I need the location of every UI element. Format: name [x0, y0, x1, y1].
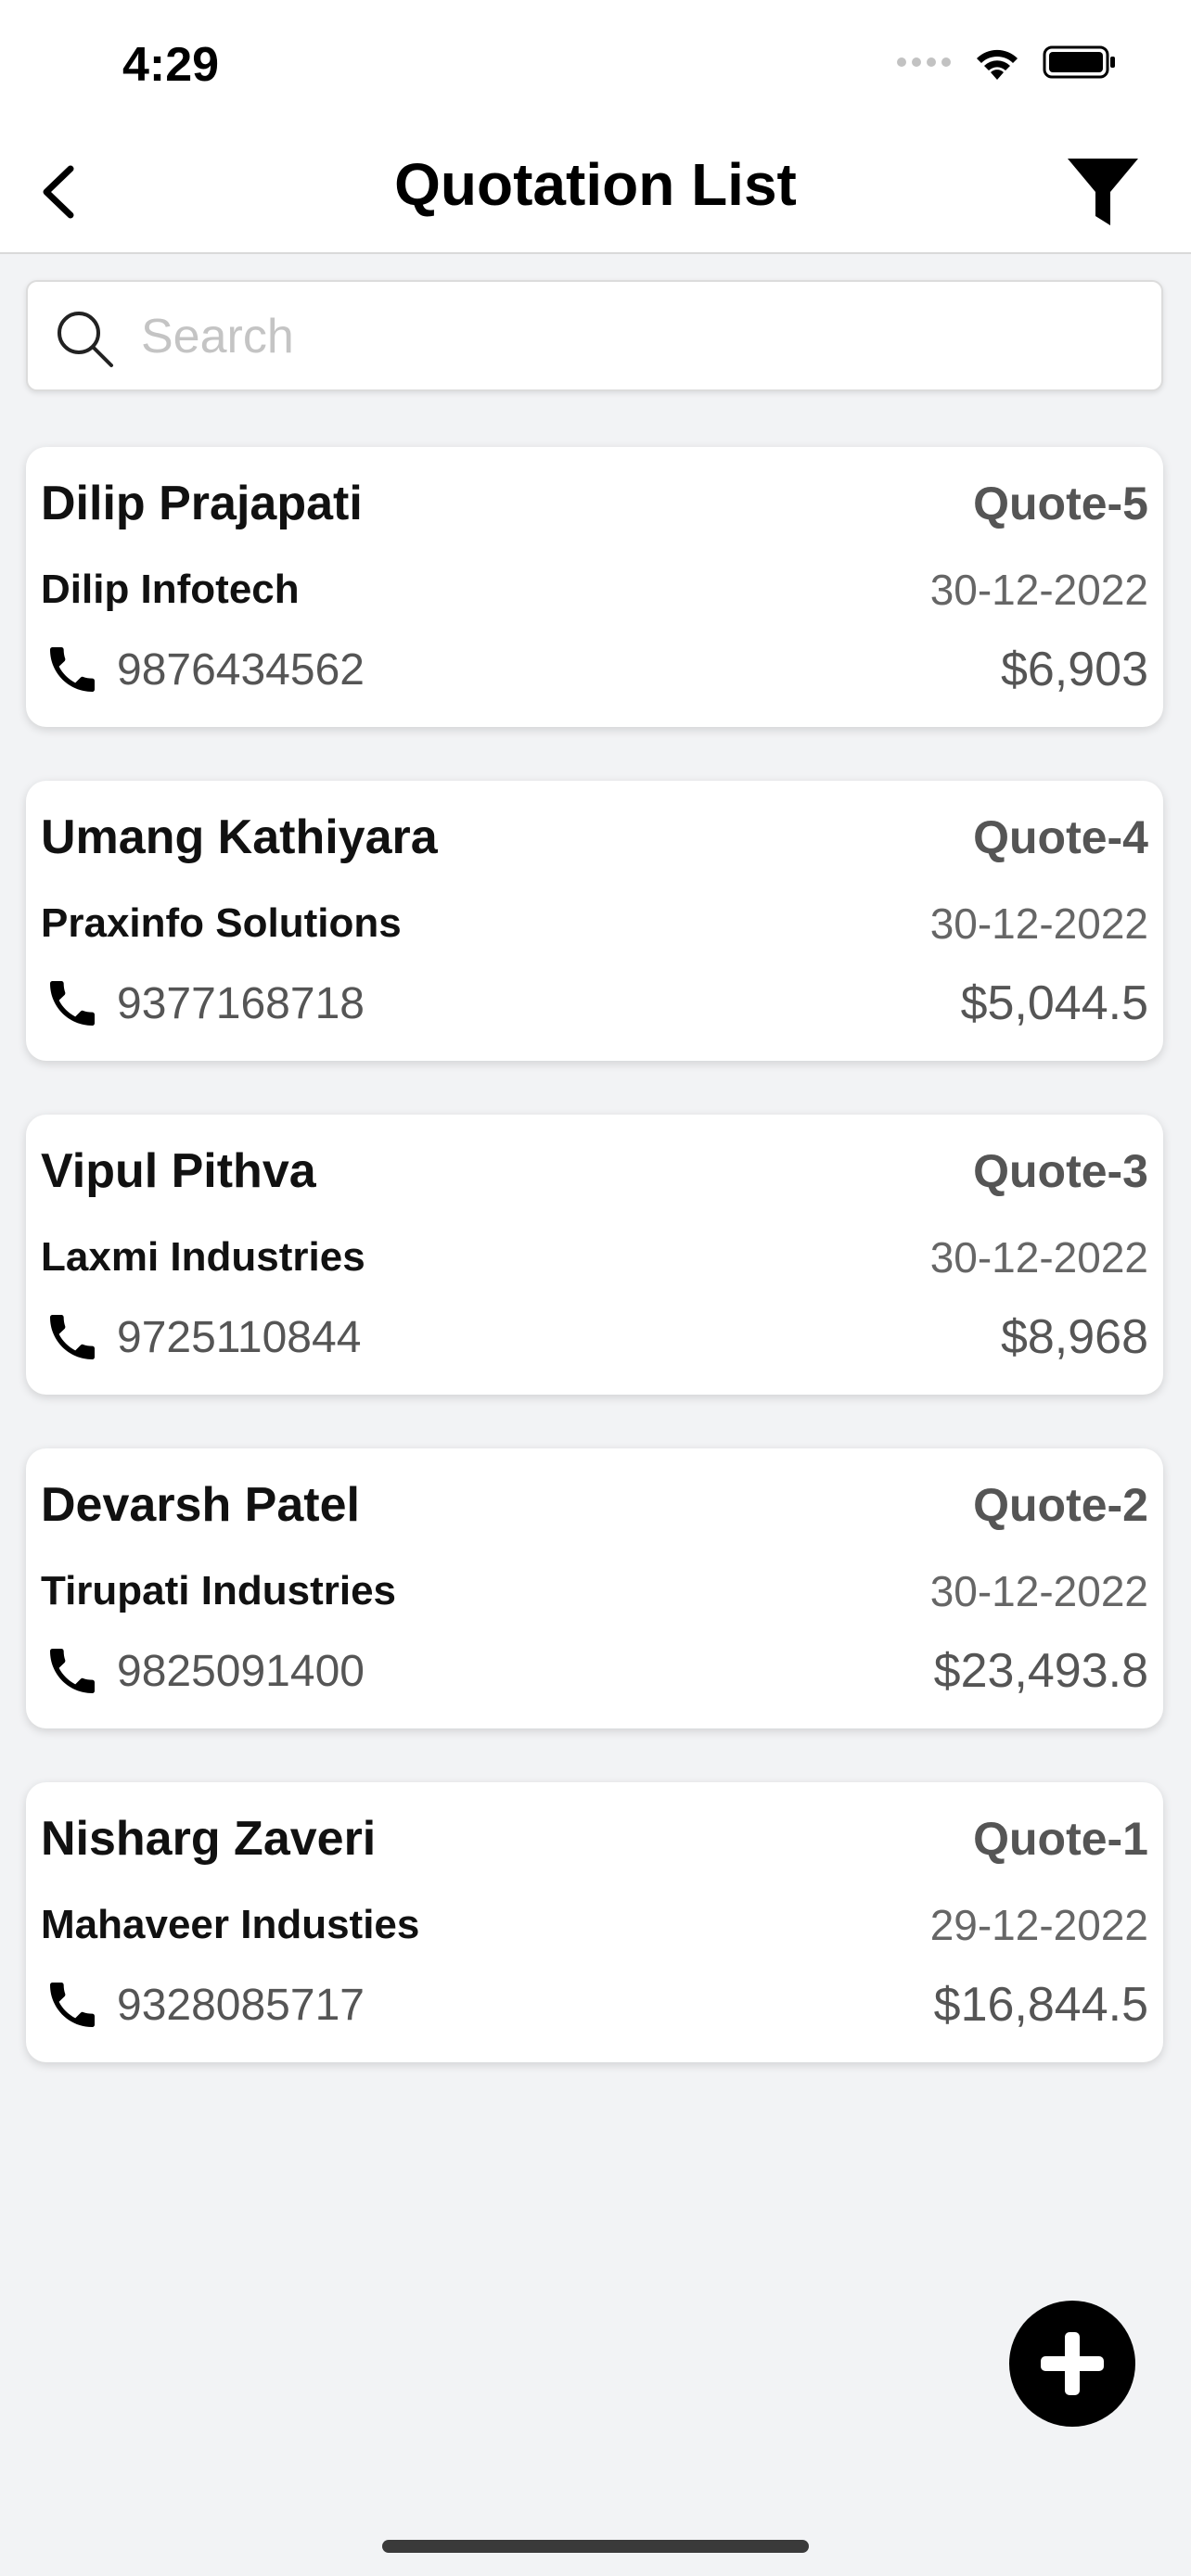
- quotation-card[interactable]: Dilip Prajapati Quote-5 Dilip Infotech 3…: [26, 447, 1163, 727]
- quote-number: Quote-2: [973, 1479, 1148, 1531]
- quote-date: 30-12-2022: [929, 899, 1148, 948]
- phone-number: 9725110844: [117, 1312, 362, 1362]
- home-indicator[interactable]: [382, 2540, 809, 2553]
- search-input[interactable]: [139, 297, 1145, 376]
- quote-amount: $6,903: [1000, 643, 1148, 696]
- search-box: [26, 280, 1163, 391]
- add-quotation-button[interactable]: [1009, 2301, 1135, 2427]
- search-icon: [58, 312, 113, 367]
- quotation-card[interactable]: Devarsh Patel Quote-2 Tirupati Industrie…: [26, 1448, 1163, 1728]
- phone-number: 9825091400: [117, 1646, 365, 1696]
- status-bar: 4:29: [0, 0, 1191, 130]
- phone-number: 9377168718: [117, 978, 365, 1028]
- quote-date: 29-12-2022: [929, 1901, 1148, 1949]
- quote-amount: $5,044.5: [960, 976, 1148, 1030]
- filter-button[interactable]: [1063, 152, 1143, 232]
- quote-date: 30-12-2022: [929, 1233, 1148, 1282]
- phone-icon[interactable]: [41, 1306, 104, 1369]
- quote-date: 30-12-2022: [929, 1567, 1148, 1615]
- phone-icon[interactable]: [41, 638, 104, 701]
- phone-icon[interactable]: [41, 1639, 104, 1702]
- customer-name: Devarsh Patel: [41, 1478, 360, 1532]
- page-title: Quotation List: [394, 151, 797, 218]
- phone-number: 9328085717: [117, 1980, 365, 2030]
- quotation-card[interactable]: Vipul Pithva Quote-3 Laxmi Industries 30…: [26, 1115, 1163, 1395]
- filter-icon: [1068, 159, 1138, 225]
- company-name: Tirupati Industries: [41, 1568, 397, 1613]
- nav-bar: Quotation List: [0, 130, 1191, 254]
- customer-name: Vipul Pithva: [41, 1144, 316, 1198]
- status-time: 4:29: [122, 38, 220, 92]
- customer-name: Nisharg Zaveri: [41, 1812, 377, 1866]
- company-name: Praxinfo Solutions: [41, 900, 402, 946]
- quotation-card[interactable]: Nisharg Zaveri Quote-1 Mahaveer Industie…: [26, 1782, 1163, 2062]
- quote-number: Quote-5: [973, 478, 1148, 529]
- company-name: Dilip Infotech: [41, 567, 300, 612]
- quote-number: Quote-3: [973, 1145, 1148, 1197]
- quote-number: Quote-4: [973, 811, 1148, 863]
- quote-date: 30-12-2022: [929, 566, 1148, 614]
- company-name: Mahaveer Industies: [41, 1902, 420, 1947]
- phone-icon[interactable]: [41, 1973, 104, 2036]
- status-icons: [896, 43, 1117, 86]
- quote-number: Quote-1: [973, 1813, 1148, 1865]
- quotation-list: Dilip Prajapati Quote-5 Dilip Infotech 3…: [26, 447, 1163, 2116]
- phone-number: 9876434562: [117, 644, 365, 695]
- wifi-icon: [972, 43, 1022, 86]
- plus-icon: [1041, 2332, 1104, 2395]
- customer-name: Dilip Prajapati: [41, 477, 363, 530]
- signal-dots-icon: [896, 56, 952, 73]
- quote-amount: $23,493.8: [933, 1644, 1148, 1698]
- quote-amount: $16,844.5: [933, 1978, 1148, 2032]
- quotation-card[interactable]: Umang Kathiyara Quote-4 Praxinfo Solutio…: [26, 781, 1163, 1061]
- battery-icon: [1043, 44, 1117, 85]
- phone-icon[interactable]: [41, 972, 104, 1035]
- company-name: Laxmi Industries: [41, 1234, 365, 1280]
- customer-name: Umang Kathiyara: [41, 810, 438, 864]
- quote-amount: $8,968: [1000, 1310, 1148, 1364]
